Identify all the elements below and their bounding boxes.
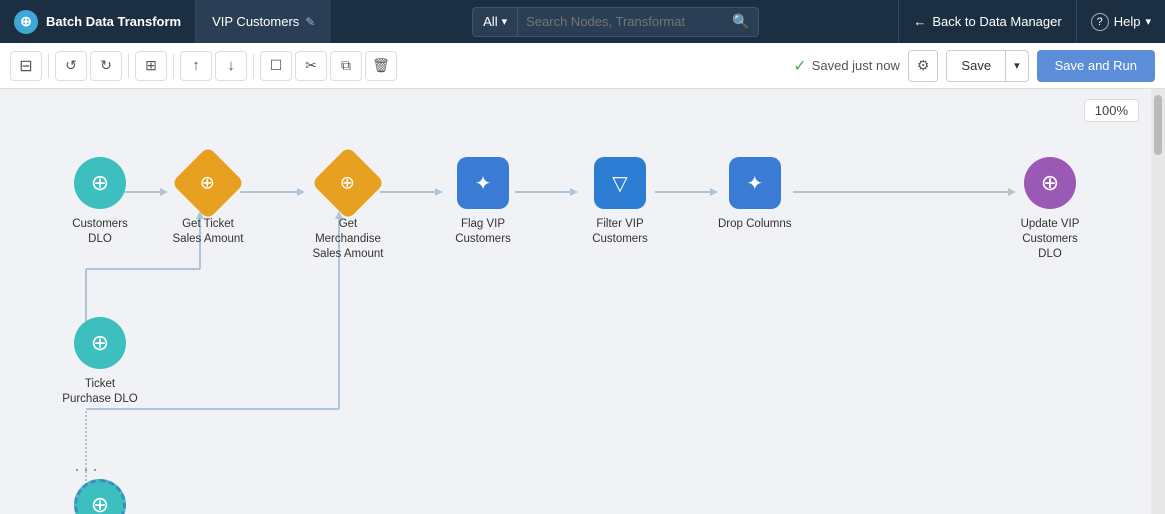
search-icon: 🔍 (732, 13, 749, 30)
node-merch-dlo[interactable]: ⊕ Merchandise Purchase DLO (60, 479, 140, 514)
zoom-badge: 100% (1084, 99, 1139, 122)
help-button[interactable]: ? Help ▾ (1077, 0, 1165, 43)
save-dropdown-button[interactable]: ▾ (1006, 50, 1029, 82)
brand-title: Batch Data Transform (46, 14, 181, 29)
node-customers-dlo[interactable]: ⊕ Customers DLO (60, 157, 140, 247)
connect-button[interactable]: ⊞ (135, 51, 167, 81)
node-drop-cols[interactable]: ✦ Drop Columns (718, 157, 792, 232)
help-chevron-icon: ▾ (1145, 15, 1151, 28)
search-area: All ▾ 🔍 (472, 7, 758, 37)
search-box: 🔍 (518, 7, 758, 37)
get-merch-icon: ⊕ (311, 146, 385, 220)
bookmark-button[interactable]: ☐ (260, 51, 292, 81)
scrollbar-thumb[interactable] (1154, 95, 1162, 155)
ticket-dlo-label: Ticket Purchase DLO (60, 377, 140, 407)
customers-dlo-label: Customers DLO (60, 217, 140, 247)
ticket-dlo-icon: ⊕ (74, 317, 126, 369)
node-filter-vip[interactable]: ▽ Filter VIP Customers (580, 157, 660, 247)
cut-button[interactable]: ✂ (295, 51, 327, 81)
save-run-button[interactable]: Save and Run (1037, 50, 1155, 82)
get-merch-label: Get Merchandise Sales Amount (308, 217, 388, 262)
delete-button[interactable]: 🗑 (365, 51, 397, 81)
flag-vip-icon: ✦ (457, 157, 509, 209)
saved-text: Saved just now (812, 58, 900, 73)
toolbar-sep-2 (128, 54, 129, 78)
current-tab[interactable]: VIP Customers ✎ (196, 0, 332, 43)
update-vip-icon: ⊕ (1024, 157, 1076, 209)
drop-cols-icon: ✦ (729, 157, 781, 209)
top-nav: ⊕ Batch Data Transform VIP Customers ✎ A… (0, 0, 1165, 43)
download-button[interactable]: ↓ (215, 51, 247, 81)
chevron-down-icon: ▾ (502, 15, 508, 28)
save-button[interactable]: Save (946, 50, 1006, 82)
search-input[interactable] (526, 14, 726, 29)
node-get-merch[interactable]: ⊕ Get Merchandise Sales Amount (308, 157, 388, 262)
question-mark-icon: ? (1091, 13, 1109, 31)
upload-button[interactable]: ↑ (180, 51, 212, 81)
saved-status: ✓ Saved just now (793, 56, 900, 76)
toolbar-sep-1 (48, 54, 49, 78)
zoom-level: 100% (1095, 103, 1128, 118)
canvas: 100% ⊕ Custo (0, 89, 1165, 514)
copy-button[interactable]: ⧉ (330, 51, 362, 81)
filter-vip-icon: ▽ (594, 157, 646, 209)
merch-dlo-icon: ⊕ (74, 479, 126, 514)
toolbar: ⊟ ↺ ↻ ⊞ ↑ ↓ ☐ ✂ ⧉ 🗑 ✓ Saved just now ⚙ S… (0, 43, 1165, 89)
toolbar-sep-4 (253, 54, 254, 78)
back-label: Back to Data Manager (932, 14, 1061, 29)
connections-svg (0, 89, 1165, 514)
toolbar-right: ✓ Saved just now ⚙ Save ▾ Save and Run (793, 50, 1155, 82)
back-arrow-icon: ← (913, 14, 926, 29)
filter-value: All (483, 14, 497, 29)
node-get-ticket[interactable]: ⊕ Get Ticket Sales Amount (168, 157, 248, 247)
brand-icon: ⊕ (14, 10, 38, 34)
undo-button[interactable]: ↺ (55, 51, 87, 81)
redo-button[interactable]: ↻ (90, 51, 122, 81)
get-ticket-label: Get Ticket Sales Amount (168, 217, 248, 247)
brand-logo: ⊕ Batch Data Transform (0, 0, 196, 43)
filter-dropdown[interactable]: All ▾ (472, 7, 518, 37)
scrollbar[interactable] (1151, 89, 1165, 514)
check-icon: ✓ (793, 56, 806, 76)
flag-vip-label: Flag VIP Customers (443, 217, 523, 247)
drop-cols-label: Drop Columns (718, 217, 792, 232)
edit-icon[interactable]: ✎ (305, 15, 315, 29)
add-node-button[interactable]: ⊟ (10, 51, 42, 81)
customers-dlo-icon: ⊕ (74, 157, 126, 209)
node-ticket-dlo[interactable]: ⊕ Ticket Purchase DLO (60, 317, 140, 407)
get-ticket-icon: ⊕ (171, 146, 245, 220)
gear-button[interactable]: ⚙ (908, 50, 939, 82)
node-flag-vip[interactable]: ✦ Flag VIP Customers (443, 157, 523, 247)
update-vip-label: Update VIP Customers DLO (1010, 217, 1090, 262)
save-btn-group: Save ▾ (946, 50, 1028, 82)
node-update-vip[interactable]: ⊕ Update VIP Customers DLO (1010, 157, 1090, 262)
back-button[interactable]: ← Back to Data Manager (898, 0, 1076, 43)
tab-name: VIP Customers (212, 14, 299, 29)
dots-indicator: ··· (74, 459, 101, 480)
toolbar-sep-3 (173, 54, 174, 78)
help-label: Help (1114, 14, 1141, 29)
filter-vip-label: Filter VIP Customers (580, 217, 660, 247)
